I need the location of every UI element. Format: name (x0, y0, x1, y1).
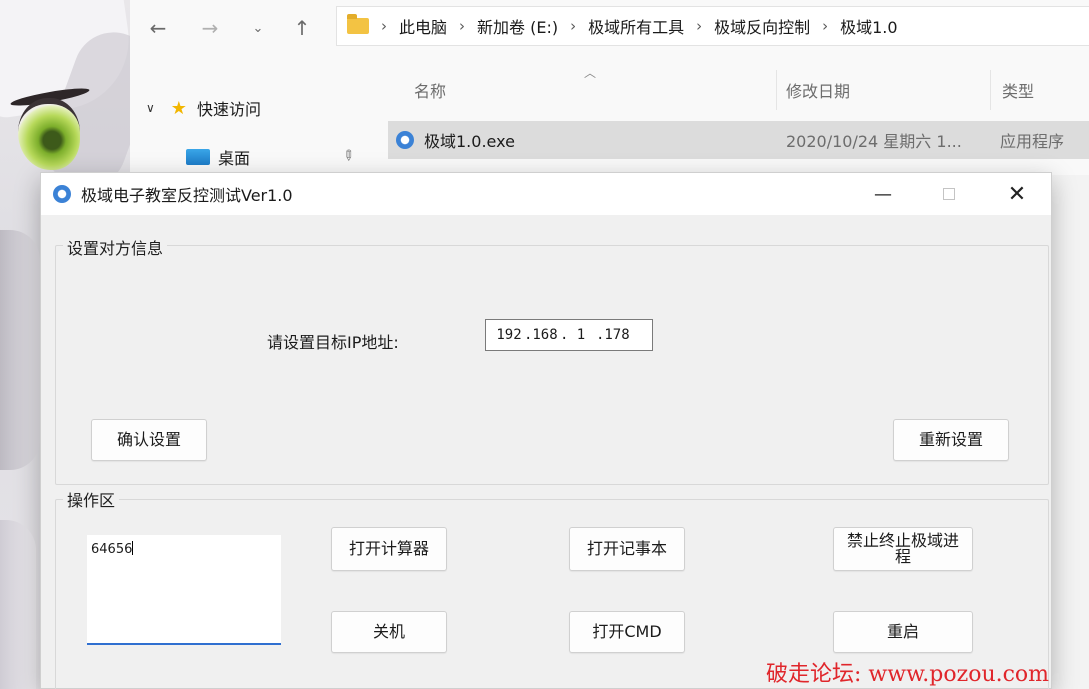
star-icon: ★ (170, 97, 187, 119)
open-notepad-button[interactable]: 打开记事本 (569, 527, 685, 571)
settings-group-title: 设置对方信息 (63, 235, 168, 259)
minimize-button[interactable]: — (853, 173, 913, 215)
confirm-settings-button[interactable]: 确认设置 (91, 419, 207, 461)
chevron-down-icon: ∨ (146, 101, 155, 115)
breadcrumb-drive[interactable]: 新加卷 (E:) (477, 14, 558, 38)
open-calculator-button[interactable]: 打开计算器 (331, 527, 447, 571)
breadcrumb-reverse-control[interactable]: 极域反向控制 (714, 14, 810, 38)
shutdown-button[interactable]: 关机 (331, 611, 447, 653)
operations-group-title: 操作区 (63, 487, 120, 511)
title-bar[interactable]: 极域电子教室反控测试Ver1.0 — ✕ (41, 173, 1051, 215)
text-input[interactable]: 64656 (87, 535, 281, 645)
maximize-button[interactable] (919, 173, 979, 215)
file-name: 极域1.0.exe (424, 132, 515, 151)
chevron-right-icon: › (570, 17, 577, 35)
ip-address-input[interactable]: 192. 168. 1. 178 (485, 319, 653, 351)
address-bar[interactable]: › 此电脑 › 新加卷 (E:) › 极域所有工具 › 极域反向控制 › 极域1… (336, 6, 1089, 46)
ip-label: 请设置目标IP地址: (267, 333, 399, 352)
breadcrumb-this-pc[interactable]: 此电脑 (399, 14, 447, 38)
reset-settings-button[interactable]: 重新设置 (893, 419, 1009, 461)
breadcrumb-tools[interactable]: 极域所有工具 (588, 14, 684, 38)
block-process-kill-button[interactable]: 禁止终止极域进程 (833, 527, 973, 571)
breadcrumb-current[interactable]: 极域1.0 (840, 14, 897, 38)
folder-icon (347, 14, 369, 34)
watermark-text: 破走论坛: www.pozou.com (766, 662, 1050, 687)
up-arrow-icon[interactable]: ↑ (288, 14, 316, 42)
sidebar-item-desktop[interactable]: 桌面 (186, 145, 250, 169)
window-title: 极域电子教室反控测试Ver1.0 (81, 186, 293, 205)
chevron-down-icon[interactable]: ⌄ (244, 14, 272, 42)
column-header-name[interactable]: 名称 (414, 78, 446, 102)
file-explorer-window: ← → ⌄ ↑ › 此电脑 › 新加卷 (E:) › 极域所有工具 › 极域反向… (130, 0, 1089, 175)
forward-arrow-icon[interactable]: → (196, 14, 224, 42)
chevron-right-icon: › (696, 17, 703, 35)
chevron-right-icon: › (822, 17, 829, 35)
anime-eye-illustration (18, 98, 80, 170)
desktop-icon (186, 149, 210, 165)
sidebar-item-quick-access[interactable]: ∨ ★ 快速访问 (146, 96, 261, 120)
column-header-type[interactable]: 类型 (1002, 78, 1034, 102)
chevron-right-icon: › (459, 17, 466, 35)
app-icon (53, 185, 71, 203)
file-modified: 2020/10/24 星期六 1... (786, 132, 962, 151)
file-type: 应用程序 (1000, 132, 1065, 151)
app-dialog: 极域电子教室反控测试Ver1.0 — ✕ 设置对方信息 请设置目标IP地址: 1… (40, 172, 1052, 689)
close-button[interactable]: ✕ (987, 173, 1047, 215)
back-arrow-icon[interactable]: ← (144, 14, 172, 42)
file-row[interactable]: 极域1.0.exe 2020/10/24 星期六 1... 应用程序 (388, 121, 1089, 159)
open-cmd-button[interactable]: 打开CMD (569, 611, 685, 653)
sort-up-icon: ︿ (584, 66, 597, 80)
restart-button[interactable]: 重启 (833, 611, 973, 653)
app-icon (396, 131, 414, 149)
pin-icon[interactable]: ✎ (338, 146, 358, 166)
chevron-right-icon: › (381, 17, 387, 35)
column-header-modified[interactable]: 修改日期 (786, 78, 850, 102)
